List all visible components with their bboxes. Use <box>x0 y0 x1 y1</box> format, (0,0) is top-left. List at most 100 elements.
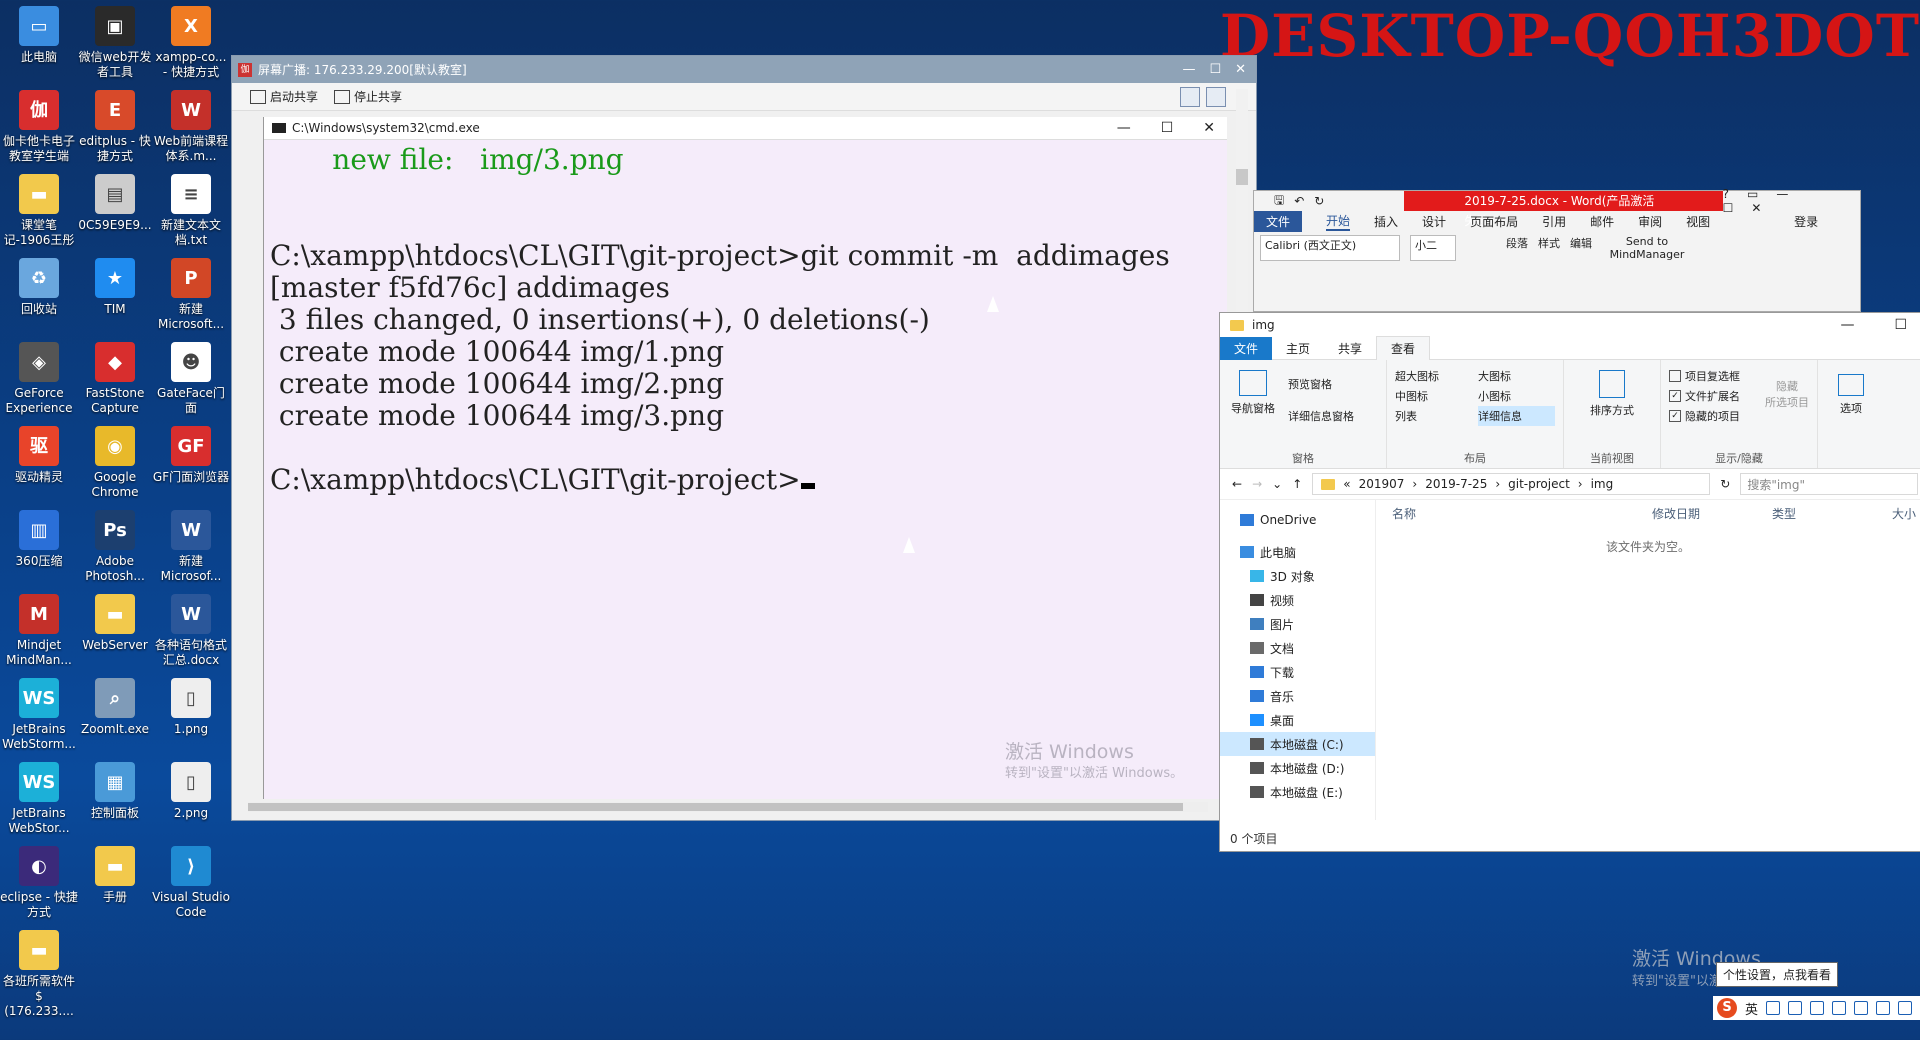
desktop-icon[interactable]: ♻ 回收站 <box>0 258 78 317</box>
desktop-icon[interactable]: ▥ 360压缩 <box>0 510 78 569</box>
nav-item[interactable]: 本地磁盘 (E:) <box>1220 780 1375 804</box>
desktop-icon[interactable]: ▭ 此电脑 <box>0 6 78 65</box>
desktop-icon[interactable]: Xxampp-co... - 快捷方式 <box>152 6 230 80</box>
explorer-tab[interactable]: 主页 <box>1272 337 1324 360</box>
nav-item[interactable]: 此电脑 <box>1220 540 1375 564</box>
up-arrow-icon[interactable]: ↑ <box>1292 477 1302 491</box>
desktop-icon[interactable]: ⌕ ZoomIt.exe <box>76 678 154 737</box>
style-button[interactable]: 样式 <box>1538 235 1560 261</box>
desktop-icon[interactable]: WS JetBrains WebStor... <box>0 762 78 836</box>
back-arrow-icon[interactable]: ← <box>1232 477 1242 491</box>
word-tab[interactable]: 页面布局 <box>1470 213 1518 230</box>
hide-selected-button[interactable]: 隐藏 所选项目 <box>1765 378 1809 410</box>
explorer-minimize-icon[interactable]: — <box>1840 317 1854 333</box>
skin-icon[interactable] <box>1854 1001 1869 1015</box>
maximize-icon[interactable]: ☐ <box>1209 62 1221 77</box>
word-tab[interactable]: 设计 <box>1422 213 1446 230</box>
start-share-button[interactable]: 启动共享 <box>250 88 318 105</box>
checkbox[interactable] <box>1669 370 1681 382</box>
fullscreen-icon[interactable] <box>1206 86 1226 107</box>
layout-option[interactable]: 中图标 <box>1395 386 1472 406</box>
explorer-maximize-icon[interactable]: ☐ <box>1894 317 1907 333</box>
recent-chevron-icon[interactable]: ⌄ <box>1272 477 1282 491</box>
desktop-icon[interactable]: ◈ GeForce Experience <box>0 342 78 416</box>
column-date[interactable]: 修改日期 <box>1652 505 1772 522</box>
word-tab[interactable]: 视图 <box>1686 213 1710 230</box>
desktop-icon[interactable]: ◉ Google Chrome <box>76 426 154 500</box>
paragraph-button[interactable]: 段落 <box>1506 235 1528 261</box>
breadcrumb[interactable]: 201907 <box>1359 477 1405 491</box>
word-tab[interactable]: 引用 <box>1542 213 1566 230</box>
preview-pane-button[interactable]: 预览窗格 <box>1288 374 1354 394</box>
column-name[interactable]: 名称 <box>1392 505 1652 522</box>
punctuation-icon[interactable] <box>1766 1001 1781 1015</box>
undo-icon[interactable]: ↶ <box>1294 194 1304 208</box>
nav-item[interactable]: 本地磁盘 (C:) <box>1220 732 1375 756</box>
desktop-icon[interactable]: WS JetBrains WebStorm... <box>0 678 78 752</box>
minimize-icon[interactable]: — <box>1182 62 1195 77</box>
breadcrumb[interactable]: git-project <box>1508 477 1570 491</box>
word-window-controls[interactable]: ?▭—☐✕ <box>1723 187 1850 215</box>
desktop-icon[interactable]: ◐ eclipse - 快捷方式 <box>0 846 78 920</box>
desktop-icon[interactable]: ▬ 各班所需软件$ (176.233.... <box>0 930 78 1019</box>
layout-option[interactable]: 超大图标 <box>1395 366 1472 386</box>
nav-item[interactable]: OneDrive <box>1220 508 1375 532</box>
desktop-icon[interactable]: ▬ 手册 <box>76 846 154 905</box>
layout-option-selected[interactable]: 详细信息 <box>1478 406 1555 426</box>
word-tab[interactable]: 邮件 <box>1590 213 1614 230</box>
desktop-icon[interactable]: W 各种语句格式汇总.docx <box>152 594 230 668</box>
word-tab[interactable]: 审阅 <box>1638 213 1662 230</box>
word-login[interactable]: 登录 <box>1794 213 1818 230</box>
search-input[interactable]: 搜索"img" <box>1740 473 1919 495</box>
close-icon[interactable]: ✕ <box>1235 62 1246 77</box>
sogou-ime-icon[interactable]: S <box>1717 998 1737 1018</box>
cmd-minimize-icon[interactable]: — <box>1117 120 1131 136</box>
word-file-tab[interactable]: 文件 <box>1254 210 1303 232</box>
desktop-icon[interactable]: ▬ WebServer <box>76 594 154 653</box>
layout-option[interactable]: 列表 <box>1395 406 1472 426</box>
desktop-icon[interactable]: ◆ FastStone Capture <box>76 342 154 416</box>
nav-item[interactable]: 桌面 <box>1220 708 1375 732</box>
breadcrumb[interactable]: 2019-7-25 <box>1425 477 1487 491</box>
word-tab[interactable]: 插入 <box>1374 213 1398 230</box>
desktop-icon[interactable]: ★ TIM <box>76 258 154 317</box>
desktop-icon[interactable]: ▣ 微信web开发者工具 <box>76 6 154 80</box>
column-size[interactable]: 大小 <box>1892 505 1916 522</box>
keyboard-icon[interactable] <box>1832 1001 1847 1015</box>
address-bar[interactable]: « 201907 › 2019-7-25 › git-project › img <box>1312 473 1711 495</box>
nav-item[interactable]: 文档 <box>1220 636 1375 660</box>
checkbox-checked[interactable]: ✓ <box>1669 410 1681 422</box>
nav-item[interactable]: 下载 <box>1220 660 1375 684</box>
menu-icon[interactable] <box>1898 1001 1913 1015</box>
nav-item[interactable]: 音乐 <box>1220 684 1375 708</box>
column-type[interactable]: 类型 <box>1772 505 1892 522</box>
nav-item[interactable]: 图片 <box>1220 612 1375 636</box>
breadcrumb[interactable]: img <box>1591 477 1614 491</box>
horizontal-scrollbar[interactable] <box>248 802 1208 812</box>
cmd-output[interactable]: new file: img/3.png C:\xampp\htdocs\CL\G… <box>264 140 1227 496</box>
desktop-icon[interactable]: Eeditplus - 快捷方式 <box>76 90 154 164</box>
explorer-file-tab[interactable]: 文件 <box>1220 336 1273 360</box>
explorer-tab[interactable]: 共享 <box>1324 337 1376 360</box>
send-to-mindmanager-button[interactable]: Send to MindManager <box>1602 235 1692 261</box>
font-size-select[interactable]: 小二 <box>1410 235 1456 261</box>
nav-item[interactable]: 3D 对象 <box>1220 564 1375 588</box>
desktop-icon[interactable]: ▤ 0C59E9E9... <box>76 174 154 233</box>
fit-window-icon[interactable] <box>1180 86 1200 107</box>
stop-share-button[interactable]: 停止共享 <box>334 88 402 105</box>
desktop-icon[interactable]: W Web前端课程体系.m... <box>152 90 230 164</box>
desktop-icon[interactable]: 伽伽卡他卡电子教室学生端 <box>0 90 78 164</box>
file-list[interactable]: 名称 修改日期 类型 大小 该文件夹为空。 <box>1376 500 1920 820</box>
desktop-icon[interactable]: ▦ 控制面板 <box>76 762 154 821</box>
microphone-icon[interactable] <box>1810 1001 1825 1015</box>
details-pane-button[interactable]: 详细信息窗格 <box>1288 406 1354 426</box>
desktop-icon[interactable]: W 新建Microsof... <box>152 510 230 584</box>
redo-icon[interactable]: ↻ <box>1314 194 1324 208</box>
toolbox-icon[interactable] <box>1876 1001 1891 1015</box>
desktop-icon[interactable]: ≡ 新建文本文档.txt <box>152 174 230 248</box>
breadcrumb[interactable]: « <box>1343 477 1350 491</box>
nav-item[interactable]: 本地磁盘 (D:) <box>1220 756 1375 780</box>
refresh-icon[interactable]: ↻ <box>1720 477 1730 491</box>
font-name-select[interactable]: Calibri (西文正文) <box>1260 235 1400 261</box>
forward-arrow-icon[interactable]: → <box>1252 477 1262 491</box>
